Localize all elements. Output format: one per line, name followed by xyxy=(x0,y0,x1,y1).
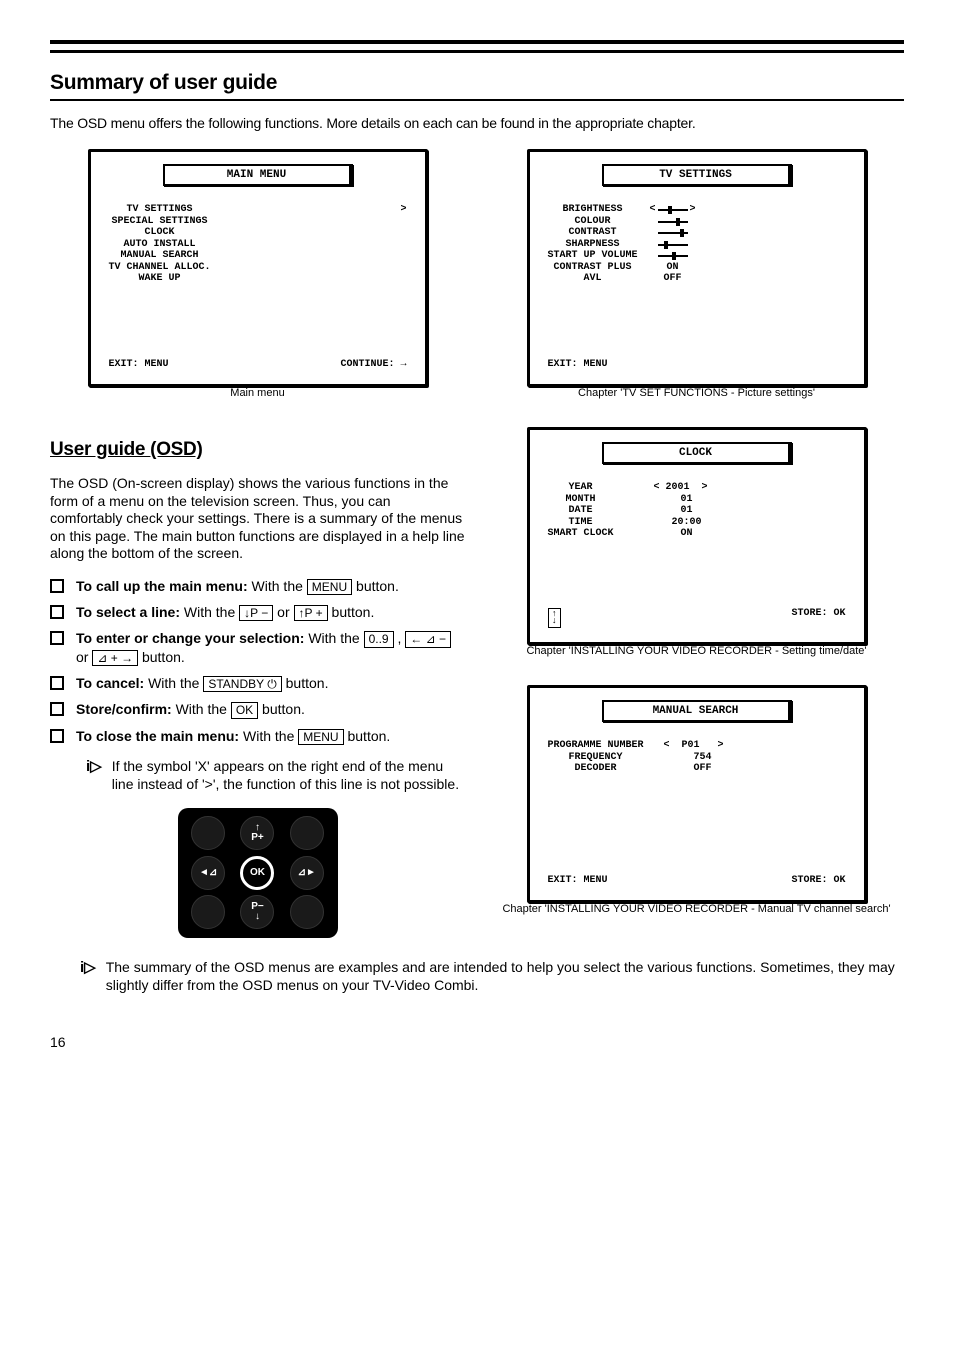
remote-down-button: P− ↓ xyxy=(240,895,274,929)
caption: Chapter 'INSTALLING YOUR VIDEO RECORDER … xyxy=(489,903,904,915)
instruction-item: To select a line: With the ↓P − or ↑P + … xyxy=(50,603,465,621)
info-icon: i▷ xyxy=(80,958,96,994)
value: ON xyxy=(650,262,696,274)
cursor-left-icon: < xyxy=(650,204,656,216)
osd-paragraph: The OSD (On-screen display) shows the va… xyxy=(50,475,465,563)
footer-exit: EXIT: MENU xyxy=(548,875,608,886)
checkbox-icon xyxy=(50,579,64,593)
page-number: 16 xyxy=(50,1034,904,1050)
screen-title: MAIN MENU xyxy=(163,164,353,186)
screen-clock: CLOCK YEAR MONTH DATE TIME SMART CLOCK <… xyxy=(489,427,904,657)
user-guide-heading: User guide (OSD) xyxy=(50,439,465,461)
footer-note-text: The summary of the OSD menus are example… xyxy=(106,958,904,994)
screen-tv-settings: TV SETTINGS BRIGHTNESS COLOUR CONTRAST S… xyxy=(489,149,904,399)
footer-store: STORE: OK xyxy=(791,608,845,628)
instruction-item: To enter or change your selection: With … xyxy=(50,629,465,666)
screen-manual-search: MANUAL SEARCH PROGRAMME NUMBER FREQUENCY… xyxy=(489,685,904,915)
checkbox-icon xyxy=(50,631,64,645)
footer-store: STORE: OK xyxy=(791,875,845,886)
info-icon: i▷ xyxy=(86,757,102,793)
remote-right-button: ⊿► xyxy=(290,856,324,890)
screen-title: TV SETTINGS xyxy=(602,164,792,186)
footer-exit: EXIT: MENU xyxy=(109,359,169,370)
checkbox-icon xyxy=(50,676,64,690)
footer-exit: EXIT: MENU xyxy=(548,359,608,370)
instruction-item: To close the main menu: With the MENU bu… xyxy=(50,727,465,745)
value: OFF xyxy=(650,273,696,285)
checkbox-icon xyxy=(50,729,64,743)
page-title: Summary of user guide xyxy=(50,71,904,95)
caption: Main menu xyxy=(50,387,465,399)
remote-ok-button: OK xyxy=(240,856,274,890)
screen-main-menu: MAIN MENU TV SETTINGS SPECIAL SETTINGS C… xyxy=(50,149,465,399)
caption: Chapter 'TV SET FUNCTIONS - Picture sett… xyxy=(489,387,904,399)
footer-continue: CONTINUE: → xyxy=(340,359,406,370)
cursor-icon: > xyxy=(400,204,406,285)
instruction-item: To call up the main menu: With the MENU … xyxy=(50,577,465,595)
note-text: If the symbol 'X' appears on the right e… xyxy=(112,757,465,793)
screen-title: CLOCK xyxy=(602,442,792,464)
remote-control-image: ↑ P+ ◄⊿ OK ⊿► P− ↓ xyxy=(178,808,338,938)
intro-text: The OSD menu offers the following functi… xyxy=(50,115,904,131)
checkbox-icon xyxy=(50,605,64,619)
remote-left-button: ◄⊿ xyxy=(191,856,225,890)
caption: Chapter 'INSTALLING YOUR VIDEO RECORDER … xyxy=(489,645,904,657)
menu-items: TV SETTINGS SPECIAL SETTINGS CLOCK AUTO … xyxy=(109,204,211,285)
instruction-list: To call up the main menu: With the MENU … xyxy=(50,577,465,746)
remote-up-button: ↑ P+ xyxy=(240,816,274,850)
instruction-item: To cancel: With the STANDBY ⏻ button. xyxy=(50,674,465,692)
instruction-item: Store/confirm: With the OK button. xyxy=(50,700,465,718)
checkbox-icon xyxy=(50,702,64,716)
screen-title: MANUAL SEARCH xyxy=(602,700,792,722)
updown-icon: ↑↓ xyxy=(548,608,561,628)
cursor-right-icon: > xyxy=(690,204,696,216)
